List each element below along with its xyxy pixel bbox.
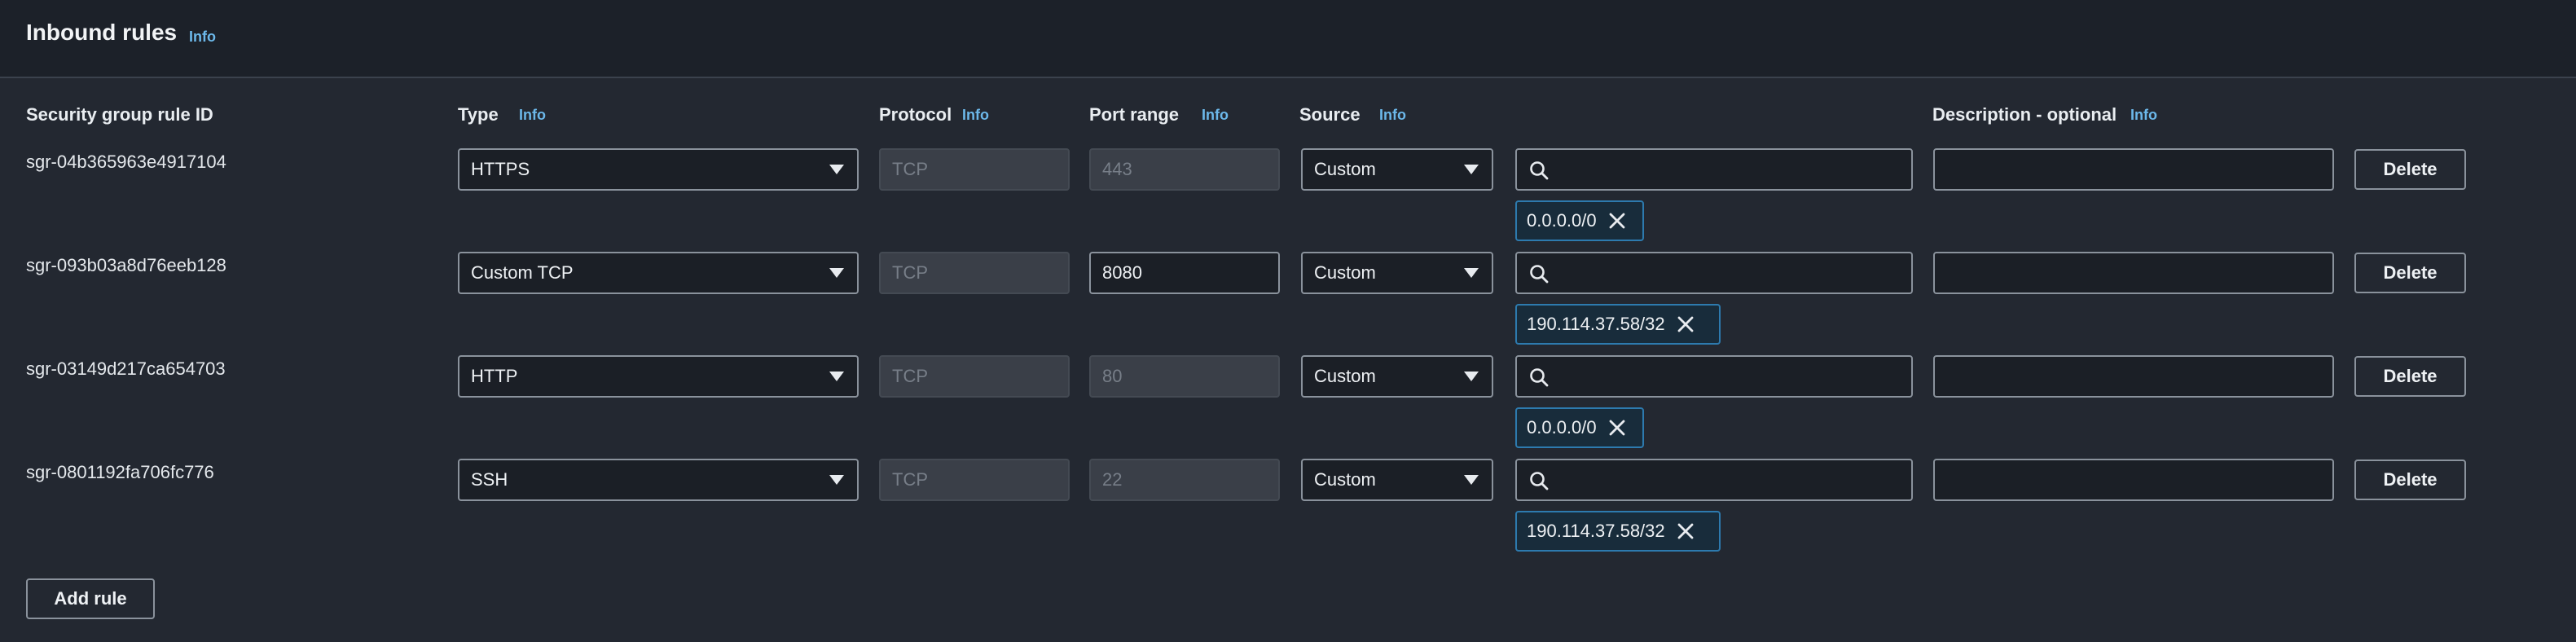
caret-down-icon	[829, 475, 844, 485]
protocol-value: TCP	[892, 159, 928, 179]
type-select[interactable]: HTTPS	[458, 148, 859, 191]
port-range-field: 80	[1089, 355, 1280, 398]
delete-rule-button[interactable]: Delete	[2354, 253, 2466, 293]
caret-down-icon	[1464, 268, 1479, 278]
delete-rule-button[interactable]: Delete	[2354, 356, 2466, 397]
port-range-value: 443	[1102, 159, 1132, 179]
caret-down-icon	[1464, 475, 1479, 485]
search-icon	[1528, 160, 1550, 181]
type-select[interactable]: HTTP	[458, 355, 859, 398]
protocol-field: TCP	[879, 148, 1070, 191]
type-select[interactable]: SSH	[458, 459, 859, 501]
rule-id: sgr-03149d217ca654703	[26, 358, 226, 379]
caret-down-icon	[829, 372, 844, 381]
source-type-select[interactable]: Custom	[1301, 148, 1493, 191]
column-header-description: Description - optional	[1932, 104, 2117, 125]
rule-id: sgr-0801192fa706fc776	[26, 462, 214, 482]
protocol-value: TCP	[892, 469, 928, 490]
description-info-link[interactable]: Info	[2130, 107, 2157, 124]
protocol-value: TCP	[892, 262, 928, 283]
port-range-field: 443	[1089, 148, 1280, 191]
source-type-value: Custom	[1314, 469, 1376, 490]
column-header-type: Type	[458, 104, 499, 125]
source-search-input[interactable]	[1515, 252, 1913, 294]
type-select-value: HTTP	[471, 366, 518, 386]
search-icon	[1528, 263, 1550, 284]
protocol-info-link[interactable]: Info	[962, 107, 989, 124]
caret-down-icon	[829, 268, 844, 278]
source-info-link[interactable]: Info	[1379, 107, 1406, 124]
caret-down-icon	[1464, 165, 1479, 174]
close-icon[interactable]	[1607, 210, 1628, 231]
protocol-field: TCP	[879, 252, 1070, 294]
section-header: Inbound rules Info	[0, 0, 2576, 78]
cidr-token: 0.0.0.0/0	[1515, 407, 1644, 448]
column-header-protocol: Protocol	[879, 104, 952, 125]
source-type-select[interactable]: Custom	[1301, 252, 1493, 294]
protocol-field: TCP	[879, 459, 1070, 501]
column-header-source: Source	[1299, 104, 1361, 125]
port-range-value: 22	[1102, 469, 1123, 490]
type-select[interactable]: Custom TCP	[458, 252, 859, 294]
port-range-value: 8080	[1102, 262, 1142, 283]
delete-rule-button[interactable]: Delete	[2354, 149, 2466, 190]
source-type-select[interactable]: Custom	[1301, 459, 1493, 501]
source-search-input[interactable]	[1515, 459, 1913, 501]
cidr-token-label: 190.114.37.58/32	[1527, 314, 1665, 334]
protocol-value: TCP	[892, 366, 928, 386]
description-input[interactable]	[1933, 459, 2334, 501]
source-type-value: Custom	[1314, 262, 1376, 283]
cidr-token-label: 0.0.0.0/0	[1527, 417, 1597, 438]
type-info-link[interactable]: Info	[519, 107, 546, 124]
description-input[interactable]	[1933, 252, 2334, 294]
cidr-token-label: 0.0.0.0/0	[1527, 210, 1597, 231]
source-search-input[interactable]	[1515, 355, 1913, 398]
type-select-value: HTTPS	[471, 159, 530, 179]
search-icon	[1528, 367, 1550, 388]
search-icon	[1528, 470, 1550, 491]
delete-rule-button[interactable]: Delete	[2354, 460, 2466, 500]
caret-down-icon	[829, 165, 844, 174]
source-type-value: Custom	[1314, 159, 1376, 179]
column-header-port-range: Port range	[1089, 104, 1180, 125]
cidr-token: 190.114.37.58/32	[1515, 304, 1721, 345]
add-rule-button[interactable]: Add rule	[26, 578, 155, 619]
rule-id: sgr-04b365963e4917104	[26, 152, 226, 172]
port-range-info-link[interactable]: Info	[1202, 107, 1229, 124]
column-header-rule-id: Security group rule ID	[26, 104, 213, 125]
source-search-input[interactable]	[1515, 148, 1913, 191]
protocol-field: TCP	[879, 355, 1070, 398]
section-info-link[interactable]: Info	[189, 29, 216, 46]
section-title: Inbound rules	[26, 20, 178, 45]
source-type-select[interactable]: Custom	[1301, 355, 1493, 398]
description-input[interactable]	[1933, 148, 2334, 191]
source-type-value: Custom	[1314, 366, 1376, 386]
close-icon[interactable]	[1675, 521, 1696, 542]
port-range-field[interactable]: 8080	[1089, 252, 1280, 294]
description-input[interactable]	[1933, 355, 2334, 398]
cidr-token: 190.114.37.58/32	[1515, 511, 1721, 552]
port-range-value: 80	[1102, 366, 1123, 386]
type-select-value: Custom TCP	[471, 262, 574, 283]
cidr-token-label: 190.114.37.58/32	[1527, 521, 1665, 541]
caret-down-icon	[1464, 372, 1479, 381]
close-icon[interactable]	[1607, 417, 1628, 438]
type-select-value: SSH	[471, 469, 508, 490]
port-range-field: 22	[1089, 459, 1280, 501]
rule-id: sgr-093b03a8d76eeb128	[26, 255, 226, 275]
cidr-token: 0.0.0.0/0	[1515, 200, 1644, 241]
close-icon[interactable]	[1675, 314, 1696, 335]
